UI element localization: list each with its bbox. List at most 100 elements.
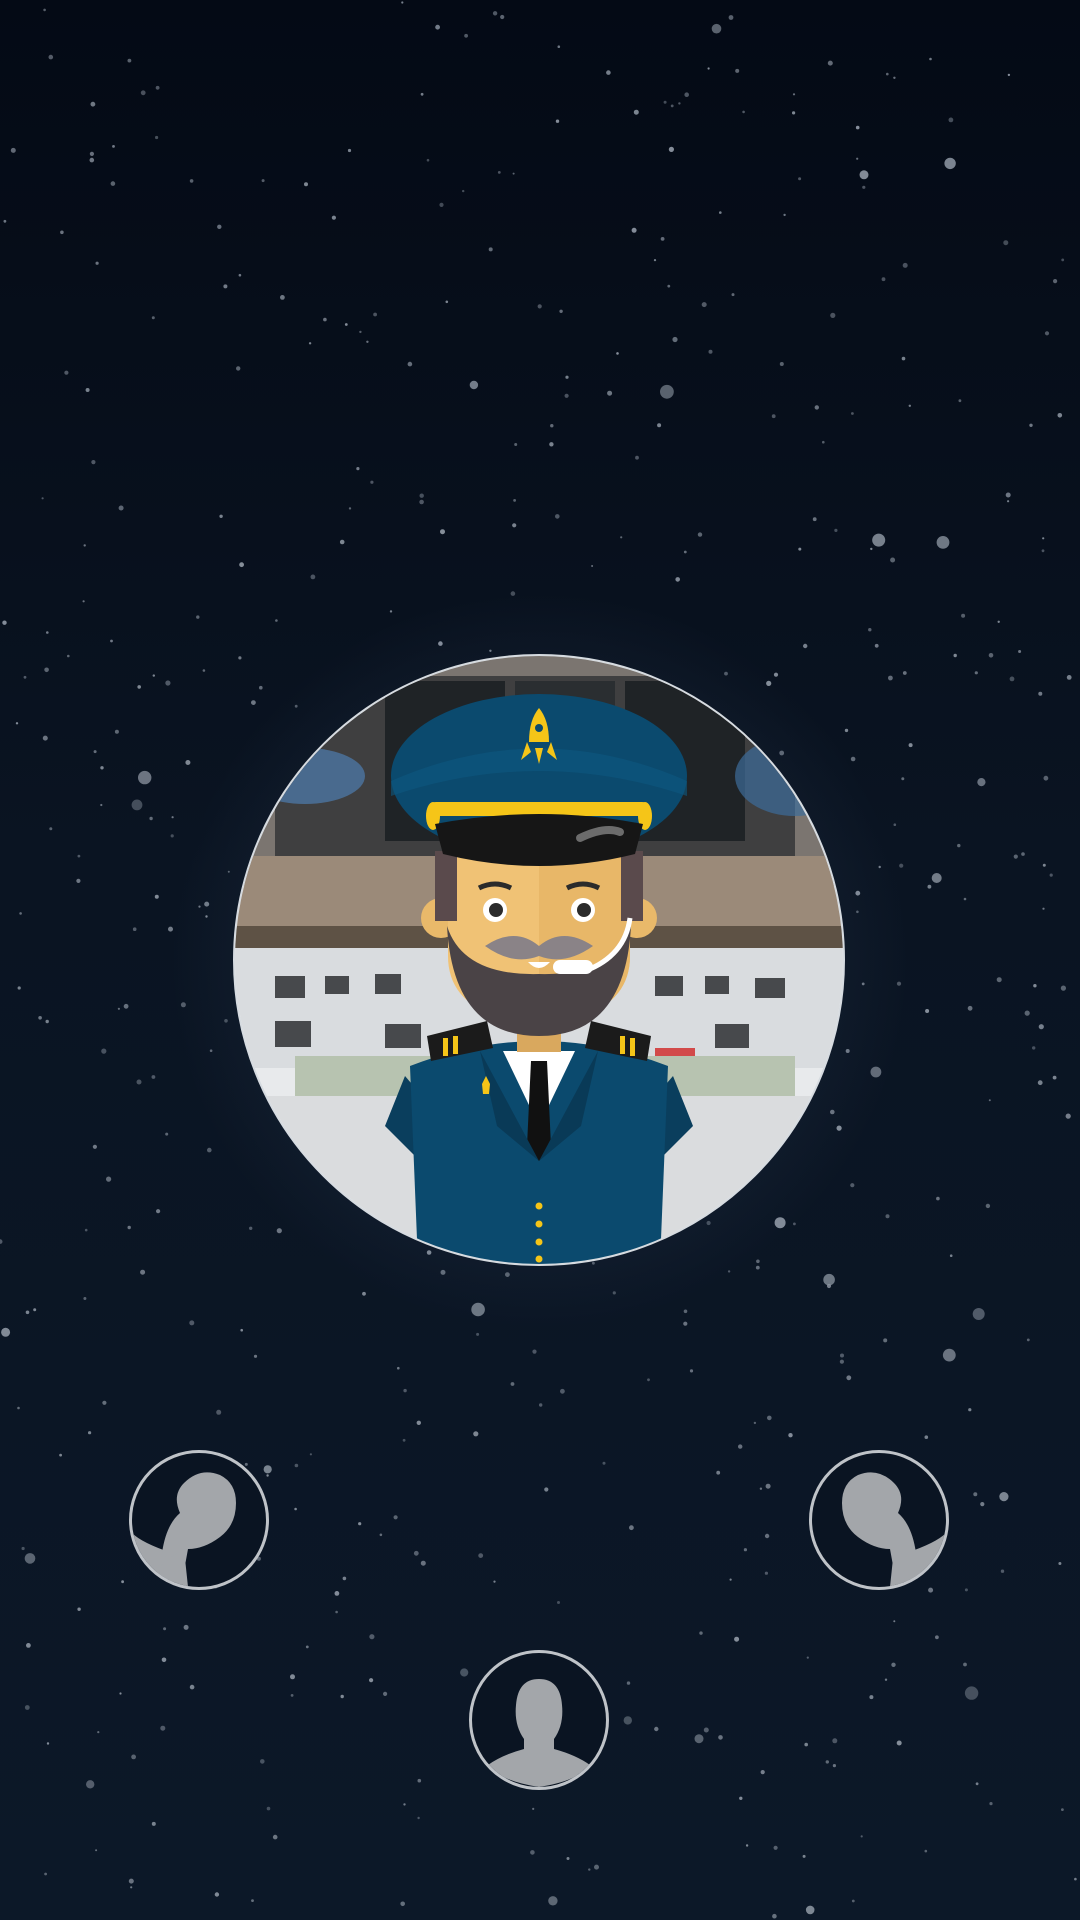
star <box>488 247 493 252</box>
star <box>999 1492 1009 1502</box>
star <box>266 1474 269 1477</box>
star <box>745 1844 749 1847</box>
star <box>512 172 515 175</box>
star <box>606 70 611 75</box>
star <box>1043 775 1049 781</box>
star <box>131 799 143 811</box>
star <box>369 1678 374 1683</box>
star <box>379 1533 383 1537</box>
star <box>373 312 377 317</box>
star <box>403 1388 407 1393</box>
star <box>417 1816 420 1820</box>
star <box>731 293 735 297</box>
star <box>92 1144 97 1149</box>
star <box>707 67 710 70</box>
star <box>1066 675 1072 680</box>
star <box>931 873 942 883</box>
star <box>1013 854 1018 859</box>
star <box>1003 240 1009 246</box>
star <box>240 1328 243 1332</box>
star <box>942 1348 956 1362</box>
star <box>1053 279 1058 284</box>
star <box>196 615 200 619</box>
star <box>1029 423 1033 427</box>
star <box>77 1607 81 1611</box>
star <box>43 8 46 12</box>
star <box>280 295 285 300</box>
crew-slot-right[interactable] <box>809 1450 949 1590</box>
star <box>417 1778 422 1783</box>
star <box>216 1409 222 1415</box>
star <box>660 384 674 399</box>
star <box>77 854 81 858</box>
star <box>25 1310 30 1315</box>
star <box>161 1657 167 1663</box>
star <box>110 181 116 186</box>
star <box>90 101 96 107</box>
star <box>678 102 681 105</box>
star <box>739 1796 743 1801</box>
star <box>426 158 430 162</box>
star <box>1074 1877 1077 1881</box>
star <box>888 675 893 681</box>
person-silhouette-icon <box>488 1679 590 1787</box>
star <box>151 1821 156 1826</box>
star <box>83 544 86 547</box>
star <box>996 977 1002 983</box>
star <box>416 1420 421 1426</box>
star <box>901 777 905 781</box>
star <box>1000 1569 1005 1573</box>
captain-avatar[interactable] <box>233 654 845 1266</box>
star <box>1038 691 1043 696</box>
star <box>183 1624 189 1630</box>
star <box>3 219 7 223</box>
star <box>117 1007 120 1010</box>
star <box>885 1214 890 1219</box>
star <box>872 533 886 547</box>
star <box>891 1662 896 1668</box>
star <box>798 547 802 551</box>
star <box>893 76 896 80</box>
star <box>633 109 639 115</box>
star <box>1052 1075 1057 1080</box>
star <box>980 1502 985 1507</box>
star <box>806 1656 809 1659</box>
star <box>798 177 802 181</box>
star <box>859 170 869 180</box>
star <box>419 499 424 505</box>
star <box>623 1716 632 1725</box>
crew-slot-left[interactable] <box>129 1450 269 1590</box>
star <box>701 302 707 308</box>
star <box>127 1225 131 1230</box>
crew-slot-bottom[interactable] <box>469 1650 609 1790</box>
star <box>41 497 44 500</box>
star <box>881 277 886 282</box>
star <box>82 600 85 603</box>
star <box>514 443 518 446</box>
star <box>565 375 569 379</box>
star <box>839 1359 845 1364</box>
star <box>616 352 619 355</box>
star <box>155 85 160 90</box>
star <box>101 1048 107 1054</box>
star <box>23 675 27 679</box>
star <box>588 1868 591 1871</box>
star <box>339 539 345 545</box>
star <box>657 423 662 428</box>
star <box>1024 1010 1030 1016</box>
star <box>532 1807 535 1810</box>
person-silhouette-icon <box>842 1472 946 1587</box>
star <box>635 455 639 460</box>
star <box>304 182 308 187</box>
star <box>400 1901 406 1907</box>
star <box>1038 1024 1044 1030</box>
star <box>17 986 21 990</box>
star <box>131 1754 137 1760</box>
star <box>936 1196 940 1201</box>
star <box>359 330 362 334</box>
star <box>420 92 424 96</box>
star <box>275 619 278 622</box>
star <box>1021 852 1025 856</box>
star <box>202 669 206 672</box>
star <box>851 1899 855 1903</box>
